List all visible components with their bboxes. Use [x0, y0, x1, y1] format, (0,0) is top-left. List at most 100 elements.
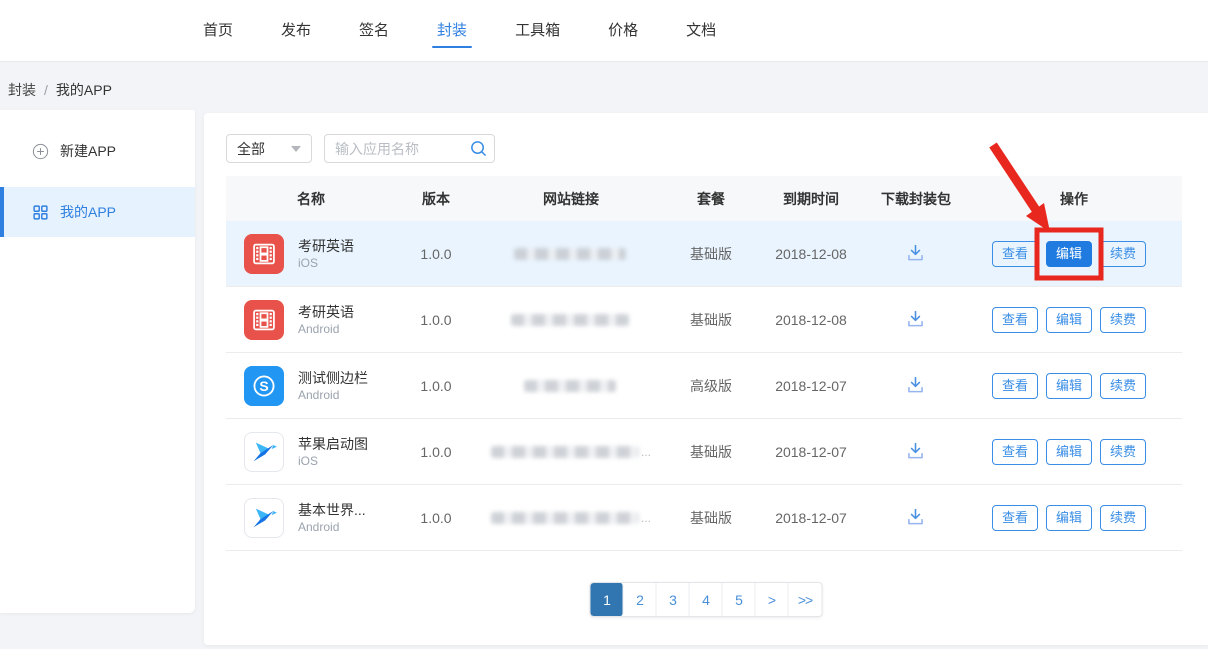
table-row-3[interactable]: 苹果启动图 iOS 1.0.0 ... 基础版 2018-12-07 查看 编辑…	[226, 419, 1182, 485]
renew-button[interactable]: 续费	[1100, 505, 1146, 531]
column-header-1: 版本	[396, 189, 476, 209]
page-button-2[interactable]: 2	[624, 583, 657, 616]
app-version: 1.0.0	[396, 378, 476, 394]
edit-button[interactable]: 编辑	[1046, 307, 1092, 333]
renew-button[interactable]: 续费	[1100, 241, 1146, 267]
nav-tab-0[interactable]: 首页	[203, 0, 233, 62]
download-icon[interactable]	[905, 507, 927, 528]
nav-tab-1[interactable]: 发布	[281, 0, 311, 62]
film-icon	[244, 234, 284, 274]
column-header-0: 名称	[226, 189, 396, 209]
masked-url	[514, 248, 626, 260]
app-version: 1.0.0	[396, 510, 476, 526]
sidebar: 新建APP 我的APP	[0, 110, 195, 613]
column-header-6: 操作	[966, 189, 1182, 209]
search-icon[interactable]	[469, 139, 488, 158]
app-name: 苹果启动图	[298, 435, 368, 453]
svg-text:S: S	[259, 377, 268, 393]
download-icon[interactable]	[905, 441, 927, 462]
plan-badge: 高级版	[666, 376, 756, 396]
breadcrumb-separator: /	[44, 82, 48, 98]
download-icon[interactable]	[905, 375, 927, 396]
edit-button[interactable]: 编辑	[1046, 373, 1092, 399]
view-button[interactable]: 查看	[992, 373, 1038, 399]
last-page-button[interactable]: >>	[789, 583, 822, 616]
renew-button[interactable]: 续费	[1100, 439, 1146, 465]
next-page-button[interactable]: >	[756, 583, 789, 616]
edit-button[interactable]: 编辑	[1046, 241, 1092, 267]
masked-url-ellipsis: ...	[641, 445, 651, 459]
plan-badge: 基础版	[666, 310, 756, 330]
expiry-date: 2018-12-07	[756, 510, 866, 526]
expiry-date: 2018-12-08	[756, 312, 866, 328]
page-button-3[interactable]: 3	[657, 583, 690, 616]
download-icon[interactable]	[905, 243, 927, 264]
view-button[interactable]: 查看	[992, 439, 1038, 465]
edit-button[interactable]: 编辑	[1046, 439, 1092, 465]
table-row-1[interactable]: 考研英语 Android 1.0.0 基础版 2018-12-08 查看 编辑 …	[226, 287, 1182, 353]
plan-badge: 基础版	[666, 508, 756, 528]
download-icon[interactable]	[905, 309, 927, 330]
masked-url	[524, 380, 616, 392]
app-name: 考研英语	[298, 237, 354, 255]
column-header-4: 到期时间	[756, 189, 866, 209]
sidebar-item-0[interactable]: 新建APP	[0, 126, 195, 176]
film-icon	[244, 300, 284, 340]
s-circle-icon: S	[244, 366, 284, 406]
top-nav-bar: 首页发布签名封装 工具箱 价格文档	[0, 0, 1208, 62]
plan-badge: 基础版	[666, 244, 756, 264]
page-button-1[interactable]: 1	[591, 583, 624, 616]
grid-icon	[32, 204, 49, 221]
main-content-card: 全部 名称版本网站链接套餐到期时间下载封装包操作 考研英语 iOS 1.0.0 …	[204, 113, 1208, 645]
view-button[interactable]: 查看	[992, 307, 1038, 333]
table-row-4[interactable]: 基本世界... Android 1.0.0 ... 基础版 2018-12-07…	[226, 485, 1182, 551]
toolbar: 全部	[226, 134, 495, 163]
expiry-date: 2018-12-07	[756, 444, 866, 460]
page-button-5[interactable]: 5	[723, 583, 756, 616]
filter-selected-value: 全部	[237, 139, 265, 159]
breadcrumb: 封装 / 我的APP	[8, 80, 112, 100]
page-button-4[interactable]: 4	[690, 583, 723, 616]
sidebar-item-label: 我的APP	[60, 202, 116, 222]
nav-tab-4[interactable]: 工具箱	[515, 0, 560, 62]
renew-button[interactable]: 续费	[1100, 373, 1146, 399]
column-header-2: 网站链接	[476, 189, 666, 209]
filter-dropdown[interactable]: 全部	[226, 134, 312, 163]
sidebar-item-label: 新建APP	[60, 141, 116, 161]
app-version: 1.0.0	[396, 444, 476, 460]
chevron-down-icon	[291, 146, 301, 152]
nav-tab-3[interactable]: 封装	[437, 0, 467, 62]
app-version: 1.0.0	[396, 312, 476, 328]
nav-items: 首页发布签名封装 工具箱 价格文档	[203, 0, 764, 62]
breadcrumb-section[interactable]: 封装	[8, 82, 36, 98]
edit-button[interactable]: 编辑	[1046, 505, 1092, 531]
app-platform: Android	[298, 519, 366, 535]
app-platform: iOS	[298, 255, 354, 271]
app-table: 名称版本网站链接套餐到期时间下载封装包操作 考研英语 iOS 1.0.0 基础版…	[226, 176, 1182, 551]
table-row-0[interactable]: 考研英语 iOS 1.0.0 基础版 2018-12-08 查看 编辑 续费	[226, 221, 1182, 287]
nav-tab-2[interactable]: 签名	[359, 0, 389, 62]
app-version: 1.0.0	[396, 246, 476, 262]
table-header-row: 名称版本网站链接套餐到期时间下载封装包操作	[226, 176, 1182, 221]
renew-button[interactable]: 续费	[1100, 307, 1146, 333]
sidebar-item-1[interactable]: 我的APP	[0, 187, 195, 237]
masked-url	[511, 314, 629, 326]
table-row-2[interactable]: S 测试侧边栏 Android 1.0.0 高级版 2018-12-07 查看 …	[226, 353, 1182, 419]
masked-url	[491, 512, 639, 524]
nav-tab-5[interactable]: 价格	[608, 0, 638, 62]
plus-circle-icon	[32, 143, 49, 160]
masked-url-ellipsis: ...	[641, 511, 651, 525]
bird-icon	[244, 432, 284, 472]
masked-url	[491, 446, 639, 458]
expiry-date: 2018-12-08	[756, 246, 866, 262]
view-button[interactable]: 查看	[992, 505, 1038, 531]
app-platform: iOS	[298, 453, 368, 469]
app-name: 考研英语	[298, 303, 354, 321]
view-button[interactable]: 查看	[992, 241, 1038, 267]
nav-tab-6[interactable]: 文档	[686, 0, 716, 62]
plan-badge: 基础版	[666, 442, 756, 462]
breadcrumb-current: 我的APP	[56, 82, 112, 98]
bird-icon	[244, 498, 284, 538]
app-platform: Android	[298, 321, 354, 337]
pagination: 12345>>>	[590, 582, 823, 617]
